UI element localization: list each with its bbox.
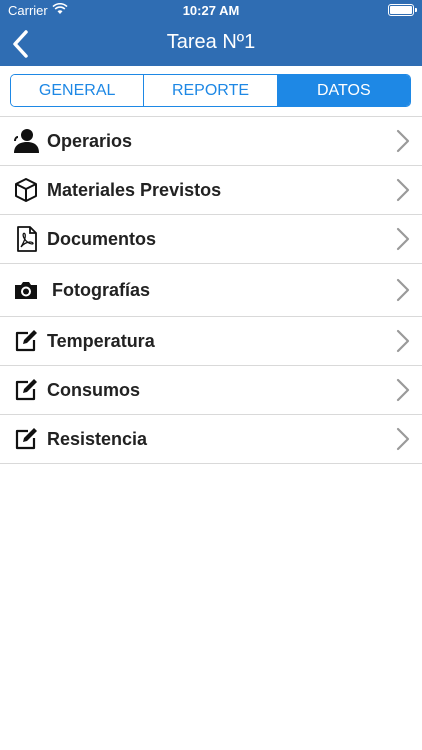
edit-icon	[15, 330, 37, 352]
data-list: Operarios Materiales Previstos Documento…	[0, 116, 422, 464]
nav-bar: Tarea Nº1	[0, 22, 422, 66]
list-item-materiales[interactable]: Materiales Previstos	[0, 166, 422, 215]
segmented-tabs: GENERAL REPORTE DATOS	[10, 74, 411, 107]
list-item-resistencia[interactable]: Resistencia	[0, 415, 422, 464]
tab-general[interactable]: GENERAL	[11, 75, 145, 106]
page-title: Tarea Nº1	[166, 31, 256, 53]
user-icon	[14, 129, 39, 153]
box-icon	[15, 178, 37, 202]
camera-icon	[15, 282, 37, 299]
chevron-right-icon	[396, 227, 410, 251]
edit-icon	[15, 428, 37, 450]
list-item-label: Materiales Previstos	[47, 179, 222, 200]
chevron-right-icon	[396, 178, 410, 202]
status-bar: Carrier 10:27 AM	[0, 0, 422, 22]
list-item-label: Consumos	[47, 379, 141, 400]
list-item-label: Temperatura	[47, 330, 155, 351]
list-item-operarios[interactable]: Operarios	[0, 117, 422, 166]
list-item-fotografias[interactable]: Fotografías	[0, 264, 422, 317]
tab-datos[interactable]: DATOS	[277, 75, 410, 106]
battery-icon	[388, 4, 417, 16]
edit-icon	[15, 379, 37, 401]
list-item-label: Resistencia	[47, 428, 148, 449]
list-item-label: Fotografías	[52, 279, 151, 300]
chevron-right-icon	[396, 129, 410, 153]
list-item-documentos[interactable]: Documentos	[0, 215, 422, 264]
clock: 10:27 AM	[182, 3, 240, 18]
chevron-right-icon	[396, 378, 410, 402]
list-item-label: Operarios	[47, 130, 133, 151]
list-item-temperatura[interactable]: Temperatura	[0, 317, 422, 366]
chevron-right-icon	[396, 278, 410, 302]
tab-reporte[interactable]: REPORTE	[144, 75, 278, 106]
chevron-right-icon	[396, 329, 410, 353]
list-item-consumos[interactable]: Consumos	[0, 366, 422, 415]
pdf-icon	[17, 226, 37, 252]
chevron-right-icon	[396, 427, 410, 451]
list-item-label: Documentos	[47, 228, 157, 249]
